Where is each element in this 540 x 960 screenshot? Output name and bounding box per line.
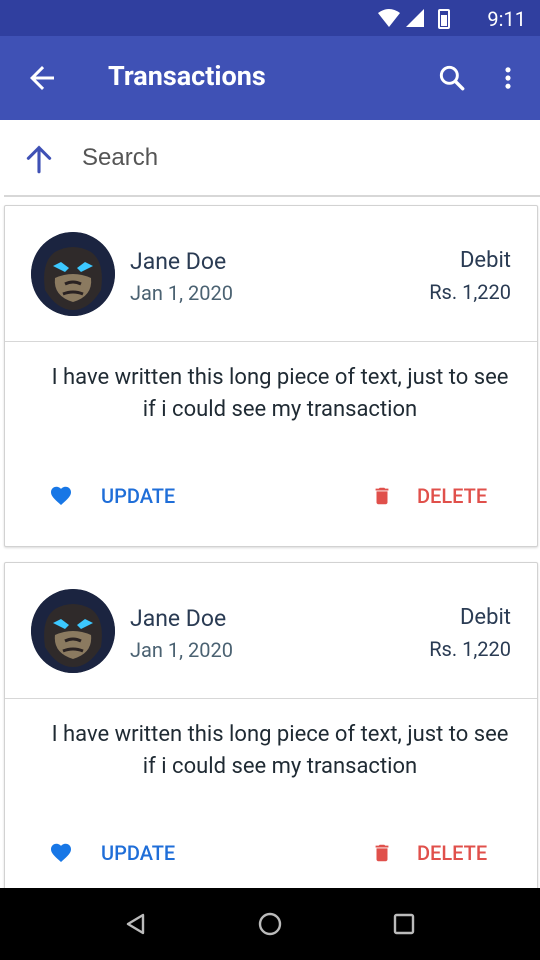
status-icons: [376, 7, 456, 29]
search-icon: [439, 65, 465, 91]
delete-button[interactable]: DELETE: [371, 835, 487, 871]
signal-icon: [406, 9, 424, 27]
page-title: Transactions: [108, 60, 266, 92]
transaction-description: I have written this long piece of text, …: [51, 365, 509, 422]
transaction-type: Debit: [459, 248, 511, 273]
sort-up-button[interactable]: [22, 142, 56, 176]
update-label: UPDATE: [101, 484, 176, 508]
battery-level: [441, 15, 447, 26]
search-input[interactable]: [82, 142, 462, 174]
home-circle-icon: [258, 912, 282, 936]
back-arrow-icon: [30, 66, 54, 90]
app-bar-search-button[interactable]: [436, 62, 468, 94]
overflow-menu-button[interactable]: [494, 62, 522, 94]
transaction-description: I have written this long piece of text, …: [51, 722, 509, 779]
search-divider: [4, 195, 540, 197]
wifi-icon: [378, 9, 400, 27]
app-bar: Transactions: [0, 36, 540, 120]
update-button[interactable]: UPDATE: [49, 478, 175, 514]
transaction-date: Jan 1, 2020: [130, 638, 234, 662]
trash-icon: [375, 844, 389, 862]
update-label: UPDATE: [101, 841, 176, 865]
gorilla-avatar-image: [31, 232, 115, 316]
gorilla-avatar: [31, 232, 115, 316]
heart-icon: [51, 486, 71, 505]
transaction-type: Debit: [459, 605, 511, 630]
heart-icon: [51, 843, 71, 862]
trash-icon: [375, 487, 389, 505]
transaction-date: Jan 1, 2020: [130, 281, 234, 305]
recents-square-icon: [393, 913, 415, 935]
more-vert-icon: [505, 67, 511, 89]
update-button[interactable]: UPDATE: [49, 835, 175, 871]
arrow-up-icon: [26, 145, 52, 174]
delete-label: DELETE: [417, 841, 488, 865]
delete-button[interactable]: DELETE: [371, 478, 487, 514]
transaction-amount: Rs. 1,220: [429, 280, 511, 304]
search-bar: [0, 120, 540, 196]
transaction-card: Jane Doe Jan 1, 2020 Debit Rs. 1,220 I h…: [4, 562, 538, 904]
nav-recents-button[interactable]: [390, 910, 418, 938]
status-time: 9:11: [487, 7, 526, 31]
transaction-amount: Rs. 1,220: [429, 637, 511, 661]
status-icons-svg: [378, 9, 450, 29]
nav-home-button[interactable]: [256, 910, 284, 938]
gorilla-avatar-image: [31, 589, 115, 673]
system-nav-bar: [0, 888, 540, 960]
back-triangle-icon: [126, 913, 145, 935]
transaction-card: Jane Doe Jan 1, 2020 Debit Rs. 1,220 I h…: [4, 205, 538, 547]
payee-name: Jane Doe: [130, 605, 227, 632]
back-button[interactable]: [24, 60, 60, 96]
payee-name: Jane Doe: [130, 248, 227, 275]
delete-label: DELETE: [417, 484, 488, 508]
card-divider: [5, 341, 537, 342]
status-bar: 9:11: [0, 0, 540, 36]
nav-back-button[interactable]: [122, 910, 150, 938]
card-divider: [5, 698, 537, 699]
gorilla-avatar: [31, 589, 115, 673]
